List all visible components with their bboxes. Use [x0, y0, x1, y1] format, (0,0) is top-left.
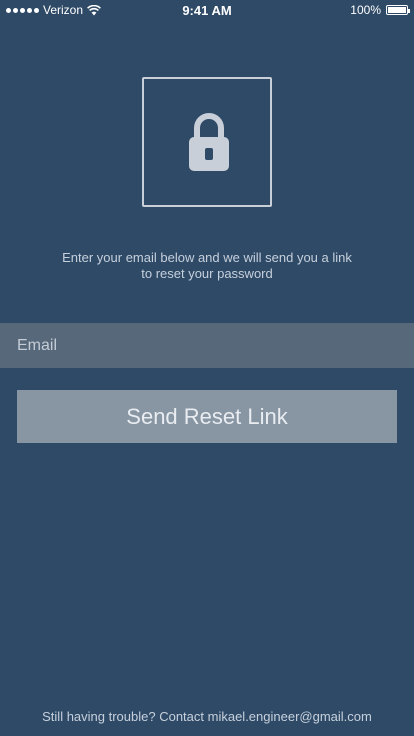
email-field[interactable] — [0, 323, 414, 368]
battery-icon — [386, 5, 410, 15]
instructions-text: Enter your email below and we will send … — [62, 250, 352, 281]
support-contact-text: Still having trouble? Contact mikael.eng… — [42, 709, 372, 724]
lock-icon — [189, 113, 229, 171]
battery-fill — [388, 7, 406, 13]
send-reset-link-button[interactable]: Send Reset Link — [17, 390, 397, 443]
battery-percent: 100% — [350, 3, 381, 17]
lock-frame — [142, 77, 272, 207]
status-bar-right: 100% — [350, 3, 410, 17]
status-bar: Verizon 9:41 AM 100% — [0, 0, 414, 20]
